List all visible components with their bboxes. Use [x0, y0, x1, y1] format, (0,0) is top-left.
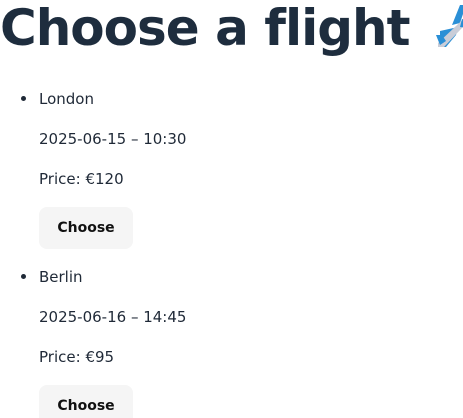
- price-label: Price:: [39, 348, 81, 366]
- flight-destination: London: [39, 90, 94, 108]
- flight-datetime: 2025-06-16 – 14:45: [39, 308, 187, 326]
- flight-price: Price: €120: [39, 169, 124, 189]
- price-value: €95: [85, 348, 115, 366]
- price-label: Price:: [39, 170, 81, 188]
- flight-item: London 2025-06-15 – 10:30 Price: €120 Ch…: [0, 80, 463, 258]
- flight-datetime: 2025-06-15 – 10:30: [39, 130, 187, 148]
- flight-item: Berlin 2025-06-16 – 14:45 Price: €95 Cho…: [0, 258, 463, 418]
- flight-destination: Berlin: [39, 268, 83, 286]
- list-bullet: [21, 274, 26, 279]
- page-header: Choose a flight: [0, 0, 463, 56]
- flight-price: Price: €95: [39, 347, 114, 367]
- list-bullet: [21, 96, 26, 101]
- price-value: €120: [85, 170, 124, 188]
- airplane-icon: [430, 1, 463, 51]
- flight-list: London 2025-06-15 – 10:30 Price: €120 Ch…: [0, 80, 463, 418]
- choose-button[interactable]: Choose: [39, 207, 133, 249]
- choose-button[interactable]: Choose: [39, 385, 133, 418]
- page-title: Choose a flight: [0, 0, 411, 57]
